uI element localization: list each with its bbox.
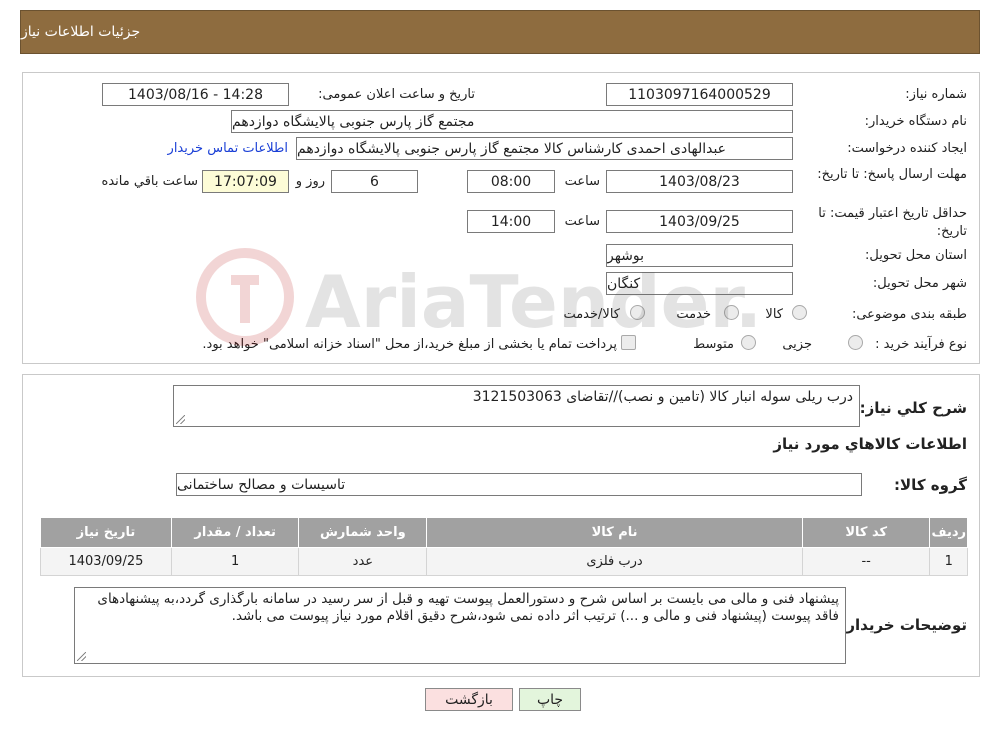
buyer-org-field[interactable]: مجتمع گاز پارس جنوبی پالایشگاه دوازدهم — [231, 110, 793, 133]
category-label: طبقه بندی موضوعی: — [851, 307, 967, 322]
price-validity-label: حداقل تاریخ اعتبار قیمت: تا تاریخ: — [818, 206, 967, 239]
description-field[interactable]: درب ریلی سوله انبار کالا (تامین و نصب)//… — [173, 385, 860, 427]
need-number-field[interactable]: 1103097164000529 — [606, 83, 793, 106]
cell-unit: عدد — [298, 547, 428, 576]
process-option-minor: جزیی — [782, 337, 812, 352]
resize-grip-icon[interactable] — [77, 652, 86, 661]
cell-code: -- — [801, 547, 931, 576]
items-table: رديف کد کالا نام کالا واحد شمارش تعداد /… — [40, 517, 968, 576]
requester-label: ایجاد کننده درخواست: — [847, 141, 967, 156]
goods-group-label: گروه کالا: — [894, 476, 967, 494]
items-section-title: اطلاعات كالاهاي مورد نياز — [773, 435, 967, 453]
price-validity-time-field[interactable]: 14:00 — [467, 210, 555, 233]
days-label: روز و — [295, 174, 325, 189]
description-label: شرح کلي نياز: — [859, 399, 967, 417]
category-option-service: خدمت — [676, 307, 711, 322]
city-label: شهر محل تحویل: — [872, 276, 967, 291]
buyer-contact-link[interactable]: اطلاعات تماس خریدار — [168, 141, 288, 156]
reply-deadline-time-field[interactable]: 08:00 — [467, 170, 555, 193]
category-radio-service[interactable] — [724, 305, 739, 320]
announce-field[interactable]: 1403/08/16 - 14:28 — [102, 83, 289, 106]
process-radio-medium[interactable] — [741, 335, 756, 350]
description-text: درب ریلی سوله انبار کالا (تامین و نصب)//… — [472, 389, 853, 405]
goods-group-field[interactable]: تاسیسات و مصالح ساختمانی — [176, 473, 862, 496]
buyer-org-label: نام دستگاه خریدار: — [864, 114, 967, 129]
category-radio-goods-service[interactable] — [630, 305, 645, 320]
cell-date: 1403/09/25 — [40, 547, 172, 576]
province-label: استان محل تحویل: — [865, 248, 967, 263]
province-field[interactable]: بوشهر — [606, 244, 793, 267]
buyer-notes-label: توضیحات خریدار: — [840, 616, 967, 634]
remaining-days-field[interactable]: 6 — [331, 170, 418, 193]
category-option-goods: کالا — [765, 307, 783, 322]
col-unit-header: واحد شمارش — [298, 517, 428, 548]
print-button[interactable]: چاپ — [519, 688, 581, 711]
announce-label: تاریخ و ساعت اعلان عمومی: — [318, 87, 475, 102]
col-row-header: رديف — [929, 517, 968, 548]
reply-time-label: ساعت — [564, 174, 600, 189]
process-type-label: نوع فرآیند خرید : — [875, 337, 967, 352]
category-option-goods-service: کالا/خدمت — [563, 307, 620, 322]
need-number-label: شماره نیاز: — [905, 87, 967, 102]
treasury-note: پرداخت تمام یا بخشی از مبلغ خرید،از محل … — [202, 337, 617, 352]
remaining-label: ساعت باقي مانده — [101, 174, 198, 189]
reply-deadline-date-field[interactable]: 1403/08/23 — [606, 170, 793, 193]
col-code-header: کد کالا — [801, 517, 931, 548]
page-title: جزئیات اطلاعات نیاز — [21, 24, 141, 40]
category-radio-goods[interactable] — [792, 305, 807, 320]
treasury-checkbox[interactable] — [621, 335, 636, 350]
city-field[interactable]: کنگان — [606, 272, 793, 295]
col-date-header: تاریخ نیاز — [40, 517, 172, 548]
page-header: جزئیات اطلاعات نیاز — [20, 10, 980, 54]
col-name-header: نام کالا — [426, 517, 803, 548]
table-header-row: رديف کد کالا نام کالا واحد شمارش تعداد /… — [40, 517, 968, 548]
process-radio-minor[interactable] — [848, 335, 863, 350]
col-qty-header: تعداد / مقدار — [170, 517, 300, 548]
price-validity-date-field[interactable]: 1403/09/25 — [606, 210, 793, 233]
cell-name: درب فلزی — [426, 547, 803, 576]
back-button[interactable]: بازگشت — [425, 688, 513, 711]
cell-qty: 1 — [170, 547, 300, 576]
buyer-notes-field[interactable]: پیشنهاد فنی و مالی می بایست بر اساس شرح … — [74, 587, 846, 664]
cell-row: 1 — [929, 547, 968, 576]
requester-field[interactable]: عبدالهادی احمدی کارشناس کالا مجتمع گاز پ… — [296, 137, 793, 160]
remaining-time-field: 17:07:09 — [202, 170, 289, 193]
buyer-notes-text: پیشنهاد فنی و مالی می بایست بر اساس شرح … — [97, 591, 839, 624]
price-time-label: ساعت — [564, 214, 600, 229]
table-row[interactable]: 1 -- درب فلزی عدد 1 1403/09/25 — [40, 547, 968, 576]
resize-grip-icon[interactable] — [176, 415, 185, 424]
process-option-medium: متوسط — [693, 337, 734, 352]
reply-deadline-label: مهلت ارسال پاسخ: تا تاریخ: — [817, 167, 967, 182]
